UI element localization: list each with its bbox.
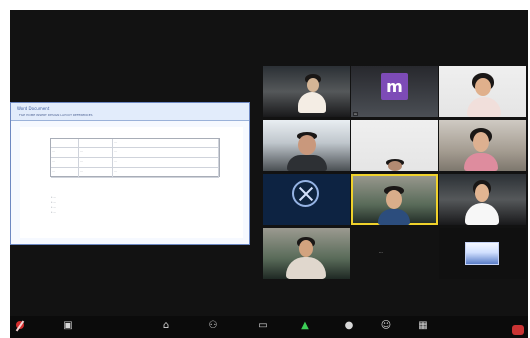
table-cell: ... (79, 158, 113, 168)
shield-icon: ⌂ (162, 320, 170, 331)
reaction-icon: ☺ (380, 320, 392, 331)
document-notes: • ... • ... • ... • ... (51, 195, 57, 214)
participant-head (298, 135, 316, 155)
shared-screen: Word Document FILE HOME INSERT DESIGN LA… (10, 102, 250, 245)
participant-label: m (353, 112, 358, 116)
meeting-toolbar: ▣ ⌂ ⚇ ▭ ▲ ● ☺ ▦ (10, 316, 528, 338)
shared-screen-title: Word Document (17, 106, 50, 111)
participant-tile[interactable] (263, 228, 350, 279)
participant-tile[interactable] (351, 120, 438, 171)
table-cell: ... (113, 139, 219, 148)
table-cell: ... (113, 148, 219, 158)
participant-head (307, 78, 319, 92)
reactions-button[interactable]: ☺ (380, 320, 392, 332)
active-speaker-tile[interactable] (351, 174, 438, 225)
table-cell: ... (79, 148, 113, 158)
zoom-screen-frame: Word Document FILE HOME INSERT DESIGN LA… (0, 0, 530, 338)
table-cell: ... (79, 168, 113, 178)
participant-tile[interactable] (439, 174, 526, 225)
participant-head (473, 132, 489, 152)
org-logo-icon (292, 180, 319, 207)
record-icon: ● (344, 320, 354, 331)
record-button[interactable]: ● (343, 320, 355, 332)
participant-head (475, 184, 489, 202)
participant-body (298, 92, 326, 113)
apps-button[interactable]: ▦ (417, 320, 429, 332)
table-cell: ... (113, 168, 219, 178)
table-cell: ... (51, 158, 79, 168)
participant-body (378, 209, 410, 225)
participant-tile[interactable] (439, 66, 526, 117)
participant-body (286, 257, 326, 279)
table-cell (79, 139, 113, 148)
shared-document: ... ... ... ... ... ... ... ... ... ... … (20, 127, 243, 238)
shared-screen-ribbon: Word Document FILE HOME INSERT DESIGN LA… (11, 103, 249, 121)
participant-tile[interactable] (263, 120, 350, 171)
table-cell: ... (113, 158, 219, 168)
participant-tile[interactable] (439, 228, 526, 279)
participant-head (475, 78, 491, 96)
table-cell (51, 139, 79, 148)
meeting-window: Word Document FILE HOME INSERT DESIGN LA… (10, 10, 528, 338)
participants-button[interactable]: ⚇ (207, 320, 219, 332)
participant-body (287, 155, 327, 171)
participant-head (388, 161, 402, 171)
table-cell: ... (51, 148, 79, 158)
participant-body (464, 153, 498, 171)
security-button[interactable]: ⌂ (160, 320, 172, 332)
participant-tile[interactable] (263, 174, 350, 225)
share-screen-button[interactable]: ▲ (299, 320, 311, 332)
participant-avatar: m (381, 73, 408, 100)
video-camera-icon: ▣ (63, 320, 73, 331)
table-cell: ... (51, 168, 79, 178)
participants-icon: ⚇ (208, 320, 218, 331)
participant-head (386, 190, 402, 209)
chat-button[interactable]: ▭ (257, 320, 269, 332)
end-meeting-button[interactable] (512, 320, 527, 335)
chat-icon: ▭ (258, 320, 268, 331)
participant-head (299, 240, 313, 257)
share-screen-icon: ▲ (301, 320, 309, 331)
participant-name-text: ... (379, 249, 383, 254)
participant-tile[interactable]: m m (351, 66, 438, 117)
apps-icon: ▦ (418, 320, 428, 331)
mute-button[interactable] (14, 320, 26, 332)
document-table: ... ... ... ... ... ... ... ... ... ... (50, 138, 220, 178)
participant-tile[interactable] (263, 66, 350, 117)
participant-tile[interactable] (439, 120, 526, 171)
participant-body (467, 97, 501, 117)
participant-body (465, 203, 499, 225)
participant-tile[interactable]: ... (351, 228, 438, 279)
end-call-icon (512, 325, 524, 335)
video-button[interactable]: ▣ (62, 320, 74, 332)
shared-screen-menu: FILE HOME INSERT DESIGN LAYOUT REFERENCE… (19, 113, 93, 117)
shared-thumbnail (465, 242, 499, 265)
